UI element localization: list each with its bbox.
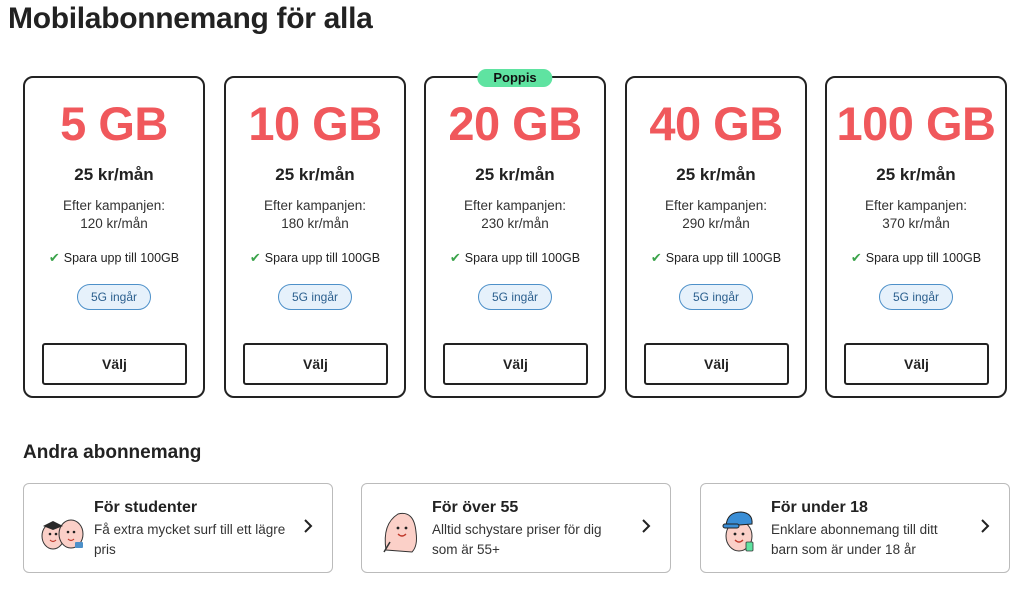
plan-data-amount: 100 GB	[836, 97, 996, 150]
senior-mascot-icon	[383, 512, 417, 553]
other-subscription-title: För över 55	[432, 499, 519, 516]
choose-plan-button[interactable]: Välj	[644, 343, 789, 385]
plan-data-amount: 40 GB	[649, 97, 783, 150]
plan-price: 25 kr/mån	[876, 165, 956, 184]
choose-plan-button[interactable]: Välj	[243, 343, 388, 385]
plan-after-campaign-price: 180 kr/mån	[281, 216, 349, 231]
5g-included-tag: 5G ingår	[878, 284, 954, 310]
plan-card-10gb: 10 GB 25 kr/mån Efter kampanjen: 180 kr/…	[224, 76, 406, 398]
plan-after-campaign-label: Efter kampanjen:	[864, 198, 968, 213]
plan-card-100gb: 100 GB 25 kr/mån Efter kampanjen: 370 kr…	[825, 76, 1007, 398]
checkmark-icon: ✔	[249, 250, 261, 265]
other-subscription-under-18[interactable]: För under 18 Enklare abonnemang till dit…	[700, 483, 1010, 573]
plan-data-amount: 10 GB	[248, 97, 382, 150]
plan-list: 5 GB 25 kr/mån Efter kampanjen: 120 kr/m…	[23, 69, 1009, 401]
plan-price: 25 kr/mån	[275, 165, 355, 184]
plan-price: 25 kr/mån	[676, 165, 756, 184]
5g-included-tag: 5G ingår	[76, 284, 152, 310]
other-subscription-title: För under 18	[771, 499, 868, 516]
page-title: Mobilabonnemang för alla	[8, 2, 373, 35]
plan-after-campaign-label: Efter kampanjen:	[463, 198, 567, 213]
choose-plan-button[interactable]: Välj	[42, 343, 187, 385]
plan-card-40gb: 40 GB 25 kr/mån Efter kampanjen: 290 kr/…	[625, 76, 807, 398]
choose-plan-button[interactable]: Välj	[443, 343, 588, 385]
plan-feature-text: Spara upp till 100GB	[665, 251, 782, 265]
plan-feature-text: Spara upp till 100GB	[464, 251, 581, 265]
other-subscription-students[interactable]: För studenter Få extra mycket surf till …	[23, 483, 333, 573]
plan-feature: ✔ Spara upp till 100GB	[426, 250, 604, 266]
plan-feature: ✔ Spara upp till 100GB	[627, 250, 805, 266]
other-subscription-title: För studenter	[94, 499, 198, 516]
5g-included-tag: 5G ingår	[277, 284, 353, 310]
chevron-right-icon	[304, 519, 313, 533]
chevron-right-icon	[981, 519, 990, 533]
plan-card-5gb: 5 GB 25 kr/mån Efter kampanjen: 120 kr/m…	[23, 76, 205, 398]
popular-badge: Poppis	[477, 69, 553, 87]
other-subscription-description: Alltid schystare priser för dig som är 5…	[432, 522, 602, 557]
plan-feature: ✔ Spara upp till 100GB	[25, 250, 203, 266]
plan-price: 25 kr/mån	[475, 165, 555, 184]
plan-after-campaign-price: 230 kr/mån	[481, 216, 549, 231]
choose-plan-button[interactable]: Välj	[844, 343, 989, 385]
students-mascot-icon	[41, 519, 84, 550]
plan-feature: ✔ Spara upp till 100GB	[226, 250, 404, 266]
plan-after-campaign-label: Efter kampanjen:	[263, 198, 367, 213]
plan-after-campaign-label: Efter kampanjen:	[664, 198, 768, 213]
other-subscription-description: Få extra mycket surf till ett lägre pris	[94, 522, 286, 557]
plan-after-campaign-price: 120 kr/mån	[80, 216, 148, 231]
5g-included-tag: 5G ingår	[678, 284, 754, 310]
plan-feature-text: Spara upp till 100GB	[264, 251, 381, 265]
plan-data-amount: 20 GB	[448, 97, 582, 150]
chevron-right-icon	[642, 519, 651, 533]
checkmark-icon: ✔	[650, 250, 662, 265]
other-subscription-over-55[interactable]: För över 55 Alltid schystare priser för …	[361, 483, 671, 573]
checkmark-icon: ✔	[48, 250, 60, 265]
plan-feature-text: Spara upp till 100GB	[865, 251, 982, 265]
plan-feature: ✔ Spara upp till 100GB	[827, 250, 1005, 266]
5g-included-tag: 5G ingår	[477, 284, 553, 310]
checkmark-icon: ✔	[850, 250, 862, 265]
plan-card-20gb: Poppis 20 GB 25 kr/mån Efter kampanjen: …	[424, 69, 606, 398]
plan-feature-text: Spara upp till 100GB	[63, 251, 180, 265]
other-subscription-description: Enklare abonnemang till ditt barn som är…	[771, 522, 938, 557]
plan-after-campaign-price: 290 kr/mån	[682, 216, 750, 231]
other-subscriptions-heading: Andra abonnemang	[23, 442, 202, 463]
kid-mascot-icon	[722, 511, 754, 552]
plan-after-campaign-label: Efter kampanjen:	[62, 198, 166, 213]
plan-data-amount: 5 GB	[60, 97, 168, 150]
plan-price: 25 kr/mån	[74, 165, 154, 184]
plan-after-campaign-price: 370 kr/mån	[882, 216, 950, 231]
checkmark-icon: ✔	[449, 250, 461, 265]
